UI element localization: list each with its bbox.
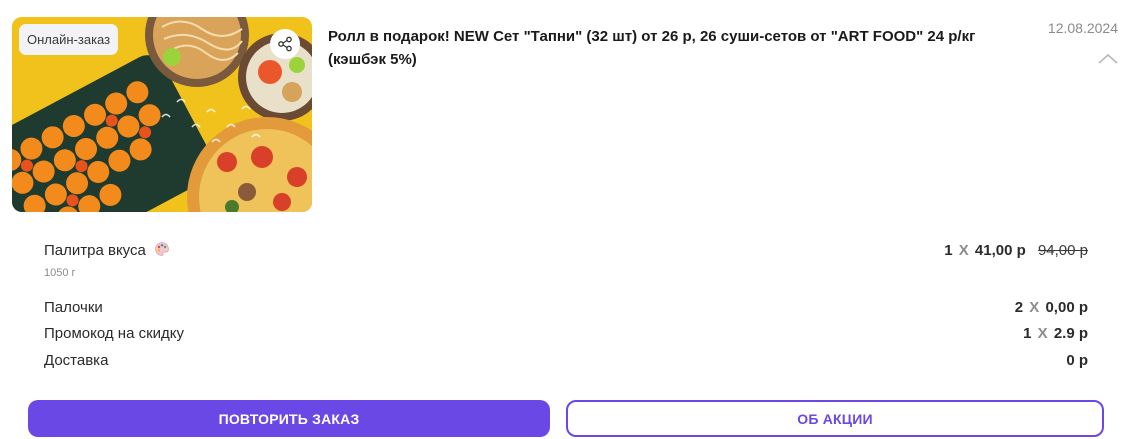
item-old-price: 94,00 р (1037, 242, 1088, 259)
item-unit-price: 0,00 р (1045, 299, 1088, 316)
order-item-row: Палитра вкуса 1 X 41,00 р 94,00 р (44, 241, 1088, 261)
item-qty: 1 (1023, 325, 1032, 342)
item-name: Палитра вкуса (44, 242, 146, 259)
item-name: Доставка (44, 352, 109, 369)
item-name: Промокод на скидку (44, 325, 185, 342)
collapse-button[interactable] (1096, 48, 1120, 70)
item-unit-price: 2.9 р (1053, 325, 1088, 342)
offer-title[interactable]: Ролл в подарок! NEW Сет "Тапни" (32 шт) … (328, 25, 1018, 71)
item-qty: 2 (1014, 299, 1024, 316)
offer-date: 12.08.2024 (1047, 20, 1118, 36)
item-price: 0 р (1066, 352, 1088, 369)
about-promo-button[interactable]: ОБ АКЦИИ (566, 400, 1104, 437)
multiply-sign: X (1029, 299, 1040, 316)
order-item-row: Промокод на скидку 1 X 2.9 р (44, 325, 1088, 342)
item-name: Палочки (44, 299, 103, 316)
item-price: 1 X 2.9 р (1023, 325, 1088, 342)
chevron-up-icon (1096, 53, 1120, 74)
item-name-wrap: Палитра вкуса (44, 241, 170, 261)
order-item-row: Доставка 0 р (44, 352, 1088, 369)
promo-image[interactable]: Онлайн-заказ (12, 17, 312, 212)
repeat-order-button[interactable]: ПОВТОРИТЬ ЗАКАЗ (28, 400, 550, 437)
share-icon (277, 36, 293, 52)
online-order-badge: Онлайн-заказ (19, 24, 119, 55)
multiply-sign: X (1037, 325, 1048, 342)
share-button[interactable] (270, 29, 300, 59)
item-weight: 1050 г (44, 267, 76, 279)
order-item-row: Палочки 2 X 0,00 р (44, 299, 1088, 316)
item-price: 2 X 0,00 р (1015, 299, 1088, 316)
item-unit-price: 41,00 р (974, 242, 1026, 259)
multiply-sign: X (958, 242, 969, 259)
palette-icon (154, 241, 170, 261)
item-unit-price: 0 р (1066, 352, 1088, 369)
item-qty: 1 (944, 242, 953, 259)
item-price: 1 X 41,00 р 94,00 р (944, 242, 1088, 259)
